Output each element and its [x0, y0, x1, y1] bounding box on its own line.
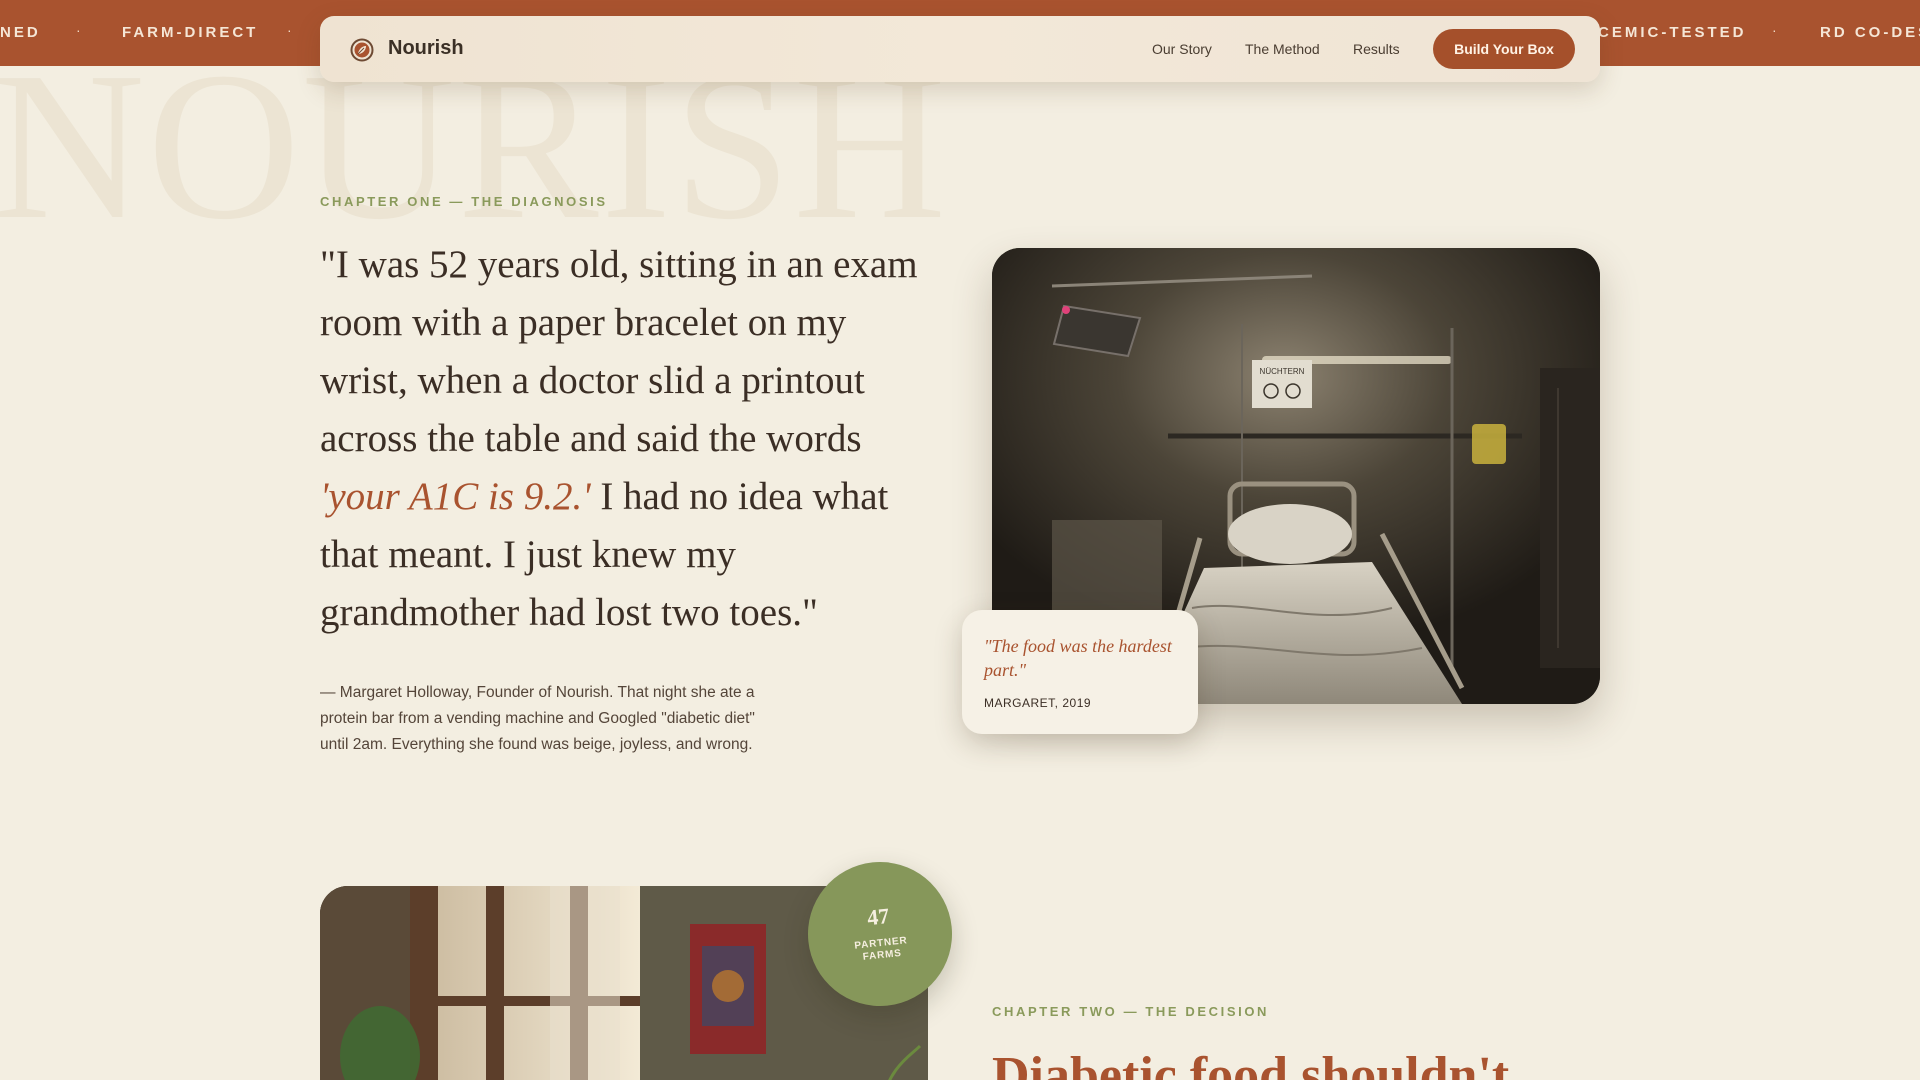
brand-logo-text[interactable]: Nourish: [388, 37, 464, 60]
quote-highlight: 'your A1C is 9.2.': [320, 475, 591, 518]
pull-quote-attribution: MARGARET, 2019: [984, 696, 1092, 710]
marquee-item: CEMIC-TESTED: [1598, 24, 1747, 41]
quote-text-start: "I was 52 years old, sitting in an exam …: [320, 243, 918, 460]
leaf-seal-icon[interactable]: [350, 38, 374, 62]
pull-quote-text: "The food was the hardest part.": [984, 636, 1172, 680]
marquee-separator: ·: [1772, 22, 1777, 38]
build-your-box-button[interactable]: Build Your Box: [1433, 29, 1575, 69]
chapter-two-headline: Diabetic food shouldn't: [992, 1047, 1510, 1080]
quote-caption: — Margaret Holloway, Founder of Nourish.…: [320, 684, 755, 753]
partner-farms-count: 47: [865, 903, 891, 931]
nav-link-the-method[interactable]: The Method: [1245, 41, 1320, 57]
pull-quote-card: "The food was the hardest part." MARGARE…: [962, 610, 1198, 734]
sign-text: NÜCHTERN: [1260, 367, 1305, 376]
nav-link-our-story[interactable]: Our Story: [1152, 41, 1212, 57]
chapter-one-eyebrow: CHAPTER ONE — THE DIAGNOSIS: [320, 194, 608, 209]
marquee-item: RD CO-DES: [1820, 24, 1920, 41]
top-nav: Nourish Our Story The Method Results Bui…: [320, 16, 1600, 82]
partner-farms-label: PARTNER FARMS: [809, 930, 955, 969]
founder-quote: "I was 52 years old, sitting in an exam …: [320, 236, 930, 642]
nav-link-results[interactable]: Results: [1353, 41, 1400, 57]
chapter-two-eyebrow: CHAPTER TWO — THE DECISION: [992, 1004, 1270, 1019]
